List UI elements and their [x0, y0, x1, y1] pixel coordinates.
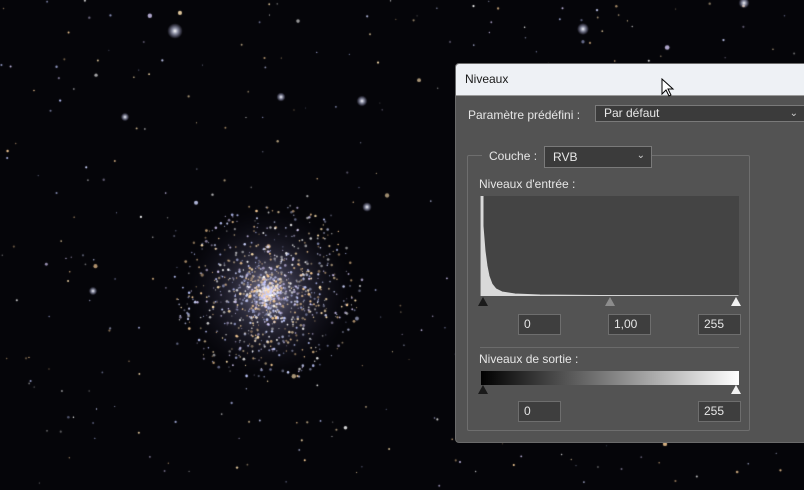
input-white-field[interactable]: 255 [698, 314, 741, 335]
output-black-field[interactable]: 0 [518, 401, 561, 422]
output-levels-label: Niveaux de sortie : [479, 352, 579, 366]
levels-dialog: Niveaux Paramètre prédéfini : Par défaut… [455, 63, 804, 443]
preset-select[interactable]: Par défaut ⌄ [595, 105, 804, 122]
input-gamma-slider[interactable] [605, 297, 615, 306]
output-white-field[interactable]: 255 [698, 401, 741, 422]
preset-value: Par défaut [604, 106, 660, 120]
output-white-slider[interactable] [731, 385, 741, 394]
dialog-title[interactable]: Niveaux [456, 64, 804, 96]
input-levels-label: Niveaux d'entrée : [479, 177, 576, 191]
channel-select[interactable]: RVB ⌄ [544, 146, 652, 168]
input-gamma-field[interactable]: 1,00 [608, 314, 651, 335]
output-black-slider[interactable] [478, 385, 488, 394]
mouse-pointer-icon [661, 78, 675, 97]
preset-label: Paramètre prédéfini : [468, 108, 581, 122]
histogram [480, 196, 739, 296]
channel-value: RVB [553, 150, 578, 164]
input-black-field[interactable]: 0 [518, 314, 561, 335]
section-divider [480, 347, 739, 348]
input-black-slider[interactable] [478, 297, 488, 306]
chevron-down-icon: ⌄ [789, 108, 798, 119]
output-gradient [481, 371, 739, 385]
input-white-slider[interactable] [731, 297, 741, 306]
channel-label: Couche : [482, 149, 545, 163]
histogram-curve [480, 196, 739, 296]
chevron-down-icon: ⌄ [636, 150, 645, 161]
